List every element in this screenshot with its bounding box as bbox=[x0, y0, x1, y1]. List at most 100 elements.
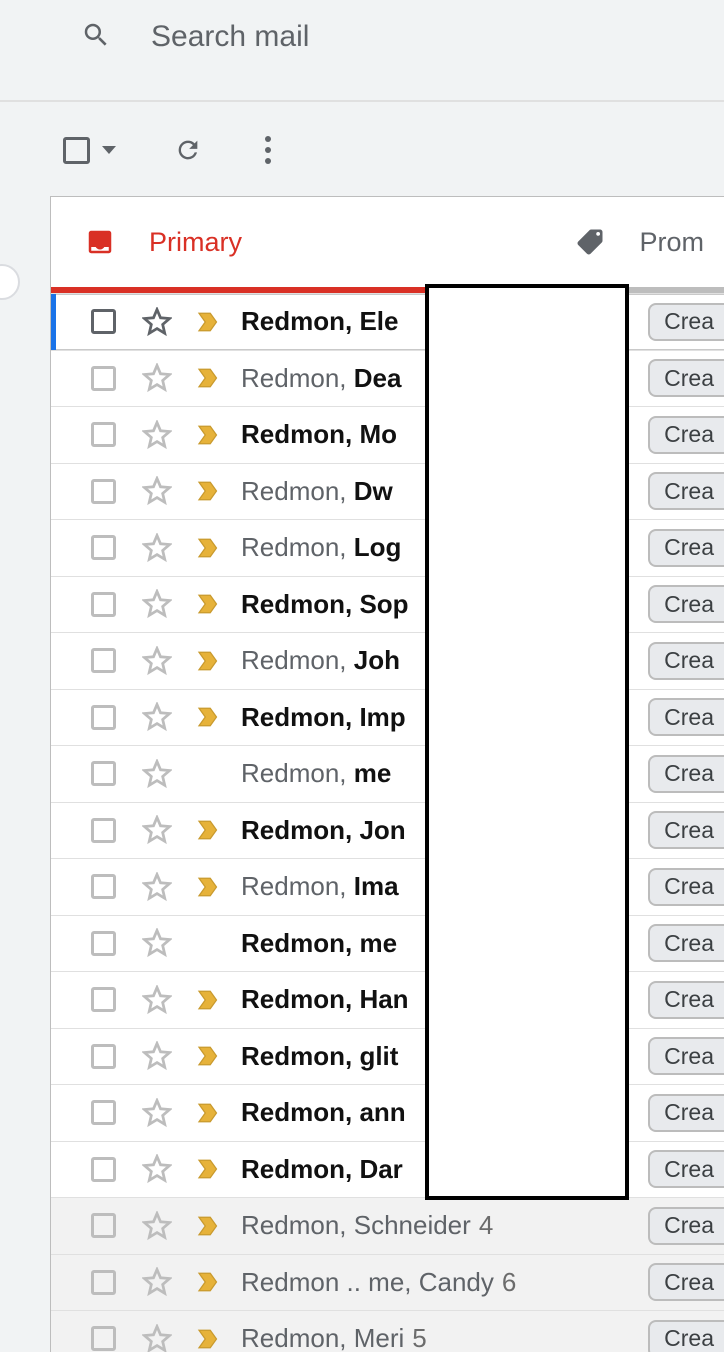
select-all-dropdown[interactable] bbox=[55, 129, 124, 172]
row-checkbox[interactable] bbox=[91, 705, 116, 730]
row-checkbox[interactable] bbox=[91, 1157, 116, 1182]
row-checkbox[interactable] bbox=[91, 1044, 116, 1069]
importance-marker[interactable] bbox=[183, 1154, 235, 1184]
label-chip[interactable]: Crea bbox=[648, 1207, 724, 1245]
star-button[interactable] bbox=[131, 1098, 183, 1128]
label-chip[interactable]: Crea bbox=[648, 359, 724, 397]
occlusion-overlay bbox=[425, 284, 629, 1200]
row-checkbox[interactable] bbox=[91, 479, 116, 504]
label-chip[interactable]: Crea bbox=[648, 472, 724, 510]
row-checkbox[interactable] bbox=[91, 648, 116, 673]
star-button[interactable] bbox=[131, 307, 183, 337]
importance-marker[interactable] bbox=[183, 985, 235, 1015]
star-button[interactable] bbox=[131, 1041, 183, 1071]
importance-marker[interactable] bbox=[183, 363, 235, 393]
star-button[interactable] bbox=[131, 1324, 183, 1352]
email-row[interactable]: Redmon .. me, Candy6Crea bbox=[51, 1254, 724, 1311]
inbox-icon bbox=[85, 227, 115, 257]
tab-primary[interactable]: Primary bbox=[51, 197, 431, 287]
label-chip[interactable]: Crea bbox=[648, 811, 724, 849]
tab-promotions[interactable]: Prom bbox=[541, 197, 724, 287]
refresh-icon bbox=[174, 136, 202, 164]
star-button[interactable] bbox=[131, 928, 183, 958]
label-chip[interactable]: Crea bbox=[648, 642, 724, 680]
importance-marker[interactable] bbox=[183, 646, 235, 676]
importance-marker[interactable] bbox=[183, 1267, 235, 1297]
star-button[interactable] bbox=[131, 646, 183, 676]
importance-marker[interactable] bbox=[183, 1324, 235, 1352]
importance-marker[interactable] bbox=[183, 420, 235, 450]
search-input[interactable] bbox=[149, 19, 724, 55]
side-handle[interactable] bbox=[0, 264, 20, 300]
sender: Redmon, Meri5 bbox=[241, 1323, 427, 1352]
importance-marker[interactable] bbox=[183, 1041, 235, 1071]
label-chip[interactable]: Crea bbox=[648, 698, 724, 736]
importance-marker[interactable] bbox=[183, 476, 235, 506]
star-button[interactable] bbox=[131, 702, 183, 732]
row-checkbox[interactable] bbox=[91, 1213, 116, 1238]
star-button[interactable] bbox=[131, 815, 183, 845]
search-bar[interactable] bbox=[53, 0, 724, 74]
star-button[interactable] bbox=[131, 1267, 183, 1297]
chevron-down-icon[interactable] bbox=[102, 146, 116, 154]
row-checkbox[interactable] bbox=[91, 818, 116, 843]
row-checkbox[interactable] bbox=[91, 1100, 116, 1125]
importance-marker[interactable] bbox=[183, 589, 235, 619]
label-chip[interactable]: Crea bbox=[648, 1320, 724, 1352]
star-button[interactable] bbox=[131, 533, 183, 563]
star-button[interactable] bbox=[131, 589, 183, 619]
row-checkbox[interactable] bbox=[91, 366, 116, 391]
label-chip[interactable]: Crea bbox=[648, 529, 724, 567]
row-checkbox[interactable] bbox=[91, 761, 116, 786]
row-checkbox[interactable] bbox=[91, 422, 116, 447]
label-chip[interactable]: Crea bbox=[648, 755, 724, 793]
label-chip[interactable]: Crea bbox=[648, 1150, 724, 1188]
label-chip[interactable]: Crea bbox=[648, 1037, 724, 1075]
label-chip[interactable]: Crea bbox=[648, 924, 724, 962]
label-chip[interactable]: Crea bbox=[648, 981, 724, 1019]
star-button[interactable] bbox=[131, 420, 183, 450]
sender: Redmon, Jon bbox=[241, 815, 406, 846]
tab-promotions-label: Prom bbox=[639, 227, 704, 258]
sender: Redmon, Schneider4 bbox=[241, 1210, 493, 1241]
label-chip[interactable]: Crea bbox=[648, 416, 724, 454]
row-checkbox[interactable] bbox=[91, 592, 116, 617]
importance-marker[interactable] bbox=[183, 872, 235, 902]
importance-marker[interactable] bbox=[183, 1211, 235, 1241]
select-all-checkbox[interactable] bbox=[63, 137, 90, 164]
row-checkbox[interactable] bbox=[91, 931, 116, 956]
star-button[interactable] bbox=[131, 985, 183, 1015]
refresh-button[interactable] bbox=[162, 124, 214, 176]
importance-marker[interactable] bbox=[183, 1098, 235, 1128]
sender: Redmon, Ele bbox=[241, 306, 398, 337]
row-checkbox[interactable] bbox=[91, 1270, 116, 1295]
row-checkbox[interactable] bbox=[91, 535, 116, 560]
label-chip[interactable]: Crea bbox=[648, 868, 724, 906]
row-checkbox[interactable] bbox=[91, 987, 116, 1012]
email-row[interactable]: Redmon, Meri5 Crea bbox=[51, 1310, 724, 1352]
importance-marker[interactable] bbox=[183, 702, 235, 732]
tab-primary-label: Primary bbox=[149, 227, 242, 258]
star-button[interactable] bbox=[131, 759, 183, 789]
more-button[interactable] bbox=[242, 124, 294, 176]
star-button[interactable] bbox=[131, 1211, 183, 1241]
star-button[interactable] bbox=[131, 476, 183, 506]
importance-marker[interactable] bbox=[183, 307, 235, 337]
label-chip[interactable]: Crea bbox=[648, 303, 724, 341]
row-checkbox[interactable] bbox=[91, 874, 116, 899]
row-checkbox[interactable] bbox=[91, 309, 116, 334]
label-chip[interactable]: Crea bbox=[648, 1094, 724, 1132]
star-button[interactable] bbox=[131, 1154, 183, 1184]
sender: Redmon, glit bbox=[241, 1041, 398, 1072]
row-checkbox[interactable] bbox=[91, 1326, 116, 1351]
importance-marker[interactable] bbox=[183, 533, 235, 563]
star-button[interactable] bbox=[131, 363, 183, 393]
star-button[interactable] bbox=[131, 872, 183, 902]
search-icon[interactable] bbox=[81, 20, 111, 55]
importance-marker[interactable] bbox=[183, 815, 235, 845]
sender: Redmon, Sop bbox=[241, 589, 409, 620]
label-chip[interactable]: Crea bbox=[648, 1263, 724, 1301]
email-row[interactable]: Redmon, Schneider4 Crea bbox=[51, 1197, 724, 1254]
sender: Redmon, Log bbox=[241, 532, 401, 563]
label-chip[interactable]: Crea bbox=[648, 585, 724, 623]
